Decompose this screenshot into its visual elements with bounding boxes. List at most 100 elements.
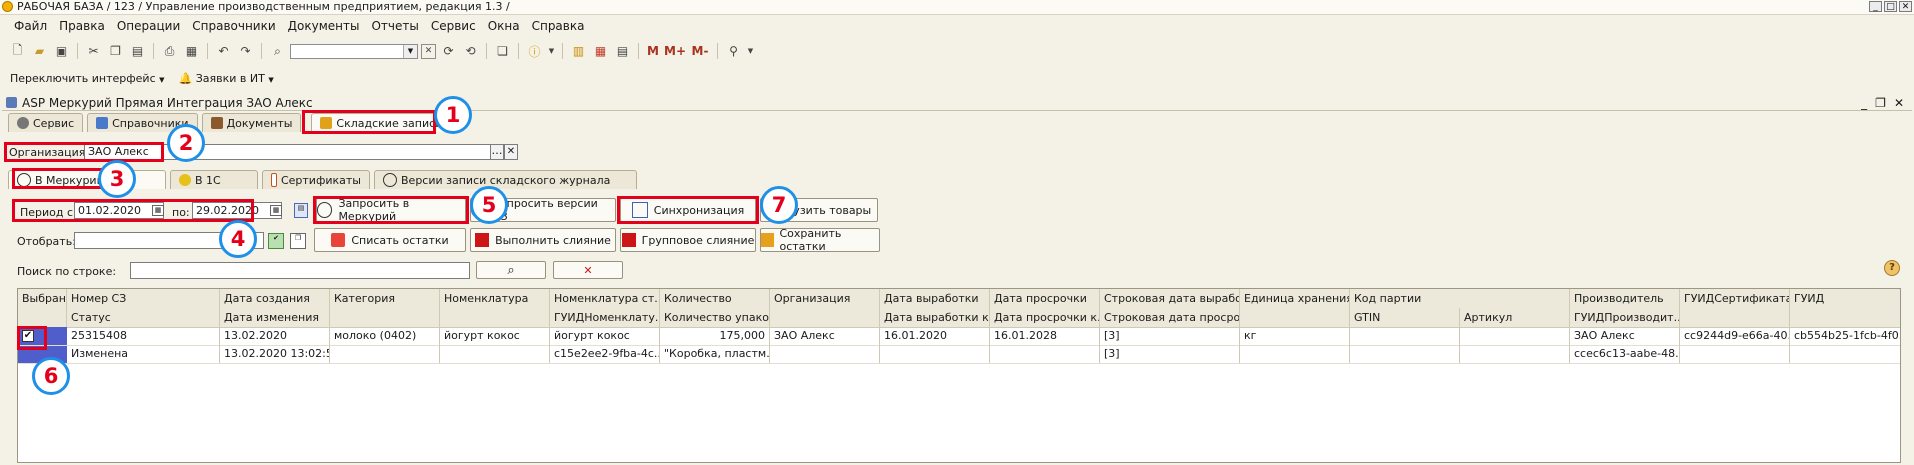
print-preview-icon[interactable]: ▦ (182, 42, 201, 61)
save-icon[interactable]: ▣ (52, 42, 71, 61)
column-header[interactable] (1790, 308, 1900, 327)
close-icon[interactable]: ✕ (1899, 1, 1912, 12)
redo-icon[interactable]: ↷ (236, 42, 255, 61)
it-requests-button[interactable]: 🔔 Заявки в ИТ ▼ (179, 72, 274, 85)
clipboard-icon[interactable]: ▤ (613, 42, 632, 61)
menu-windows[interactable]: Окна (482, 16, 526, 36)
column-header[interactable]: ГУИДНоменклату... (550, 308, 660, 327)
column-header[interactable] (1240, 308, 1350, 327)
column-header[interactable]: Статус (67, 308, 220, 327)
column-header[interactable]: Строковая дата просроч... (1100, 308, 1240, 327)
calendar-icon[interactable]: ▦ (591, 42, 610, 61)
search-button[interactable]: ⌕ (476, 261, 546, 279)
column-header[interactable]: Единица хранения (1240, 289, 1350, 308)
column-header[interactable]: ГУИДСертификата (1680, 289, 1790, 308)
column-header[interactable] (1680, 308, 1790, 327)
column-header[interactable]: ГУИД (1790, 289, 1900, 308)
restore-icon[interactable]: ❐ (1875, 97, 1886, 109)
search-input[interactable] (130, 262, 470, 279)
undo-icon[interactable]: ↶ (214, 42, 233, 61)
table-row[interactable]: Изменена 13.02.2020 13:02:50 c15e2ee2-9f… (18, 345, 1900, 364)
clear-search-button[interactable]: ✕ (553, 261, 623, 279)
save-rest-button[interactable]: Сохранить остатки (760, 227, 880, 253)
organization-select-button[interactable]: … (490, 144, 504, 160)
column-header[interactable]: Дата просрочки к... (990, 308, 1100, 327)
open-folder-icon[interactable]: ▰ (30, 42, 49, 61)
column-header[interactable]: Категория (330, 289, 440, 308)
close-icon[interactable]: ✕ (1894, 97, 1904, 109)
tab-record-versions[interactable]: Версии записи складского журнала (374, 170, 637, 189)
menu-service[interactable]: Сервис (425, 16, 482, 36)
cut-icon[interactable]: ✂ (84, 42, 103, 61)
memory-minus-button[interactable]: M- (689, 42, 711, 61)
column-header[interactable]: Количество (660, 289, 770, 308)
tab-documents[interactable]: Документы (201, 113, 302, 132)
chevron-down-icon: ▼ (159, 75, 165, 84)
organization-clear-button[interactable]: ✕ (504, 144, 518, 160)
column-header[interactable]: Номенклатура (440, 289, 550, 308)
info-icon[interactable]: ⓘ (525, 42, 544, 61)
new-document-icon[interactable]: 🗋 (8, 42, 27, 61)
tab-certificates[interactable]: Сертификаты (262, 170, 370, 189)
window-title: РАБОЧАЯ БАЗА / 123 / Управление производ… (17, 0, 510, 13)
filter-copy-icon[interactable]: ❐ (290, 233, 306, 249)
column-header[interactable]: Артикул (1460, 308, 1570, 327)
column-header[interactable]: Организация (770, 289, 880, 308)
tab-to-1c[interactable]: В 1С (170, 170, 258, 189)
menu-edit[interactable]: Правка (53, 16, 111, 36)
help-icon[interactable]: ? (1884, 260, 1900, 276)
column-header[interactable] (330, 308, 440, 327)
column-header[interactable]: Количество упако... (660, 308, 770, 327)
calculator-icon[interactable]: ▥ (569, 42, 588, 61)
menu-file[interactable]: Файл (0, 16, 53, 36)
column-header[interactable]: Код партии (1350, 289, 1570, 308)
column-header[interactable]: Номер СЗ (67, 289, 220, 308)
column-header[interactable]: Производитель (1570, 289, 1680, 308)
column-header[interactable] (18, 308, 67, 327)
period-select-icon[interactable]: ▤ (294, 203, 308, 218)
column-header[interactable]: ГУИДПроизводит... (1570, 308, 1680, 327)
write-off-button[interactable]: Списать остатки (314, 228, 466, 252)
maximize-icon[interactable]: □ (1884, 1, 1897, 12)
column-header[interactable]: Дата изменения (220, 308, 330, 327)
tools-icon[interactable]: ⚲ (724, 42, 743, 61)
clear-search-icon[interactable]: ✕ (421, 43, 436, 59)
minimize-icon[interactable]: _ (1861, 97, 1867, 109)
column-header[interactable]: GTIN (1350, 308, 1460, 327)
switch-interface-button[interactable]: Переключить интерфейс ▼ (10, 72, 165, 85)
print-icon[interactable]: ⎙ (160, 42, 179, 61)
table-cell (1460, 345, 1570, 363)
menu-help[interactable]: Справка (526, 16, 591, 36)
find-next-icon[interactable]: ⟳ (439, 42, 458, 61)
tools-dropdown-icon[interactable]: ▼ (746, 42, 755, 61)
filter-apply-icon[interactable]: ✔ (268, 233, 284, 249)
column-header[interactable]: Номенклатура ст... (550, 289, 660, 308)
column-header[interactable]: Дата создания (220, 289, 330, 308)
column-header[interactable]: Выбран (18, 289, 67, 308)
find-prev-icon[interactable]: ⟲ (461, 42, 480, 61)
paste-icon[interactable]: ▤ (128, 42, 147, 61)
column-header[interactable]: Дата просрочки (990, 289, 1100, 308)
info-dropdown-icon[interactable]: ▼ (547, 42, 556, 61)
memory-plus-button[interactable]: M+ (664, 42, 686, 61)
minimize-icon[interactable]: _ (1869, 1, 1882, 12)
column-header[interactable]: Дата выработки к... (880, 308, 990, 327)
memory-m-button[interactable]: M (645, 42, 661, 61)
column-header[interactable] (440, 308, 550, 327)
search-icon[interactable]: ⌕ (268, 42, 287, 61)
menu-reports[interactable]: Отчеты (365, 16, 424, 36)
tab-service[interactable]: Сервис (8, 113, 84, 132)
copy-icon[interactable]: ❐ (106, 42, 125, 61)
chevron-down-icon[interactable]: ▼ (403, 44, 417, 58)
menu-operations[interactable]: Операции (111, 16, 186, 36)
column-header[interactable] (770, 308, 880, 327)
table-row[interactable]: 25315408 13.02.2020 молоко (0402) йогурт… (18, 327, 1900, 346)
search-combo[interactable]: ▼ (290, 43, 418, 59)
group-merge-button[interactable]: Групповое слияние (620, 228, 756, 252)
menu-catalogs[interactable]: Справочники (186, 16, 281, 36)
column-header[interactable]: Дата выработки (880, 289, 990, 308)
column-header[interactable]: Строковая дата вырабо... (1100, 289, 1240, 308)
merge-button[interactable]: Выполнить слияние (470, 228, 616, 252)
menu-documents[interactable]: Документы (282, 16, 366, 36)
windows-icon[interactable]: ❏ (493, 42, 512, 61)
